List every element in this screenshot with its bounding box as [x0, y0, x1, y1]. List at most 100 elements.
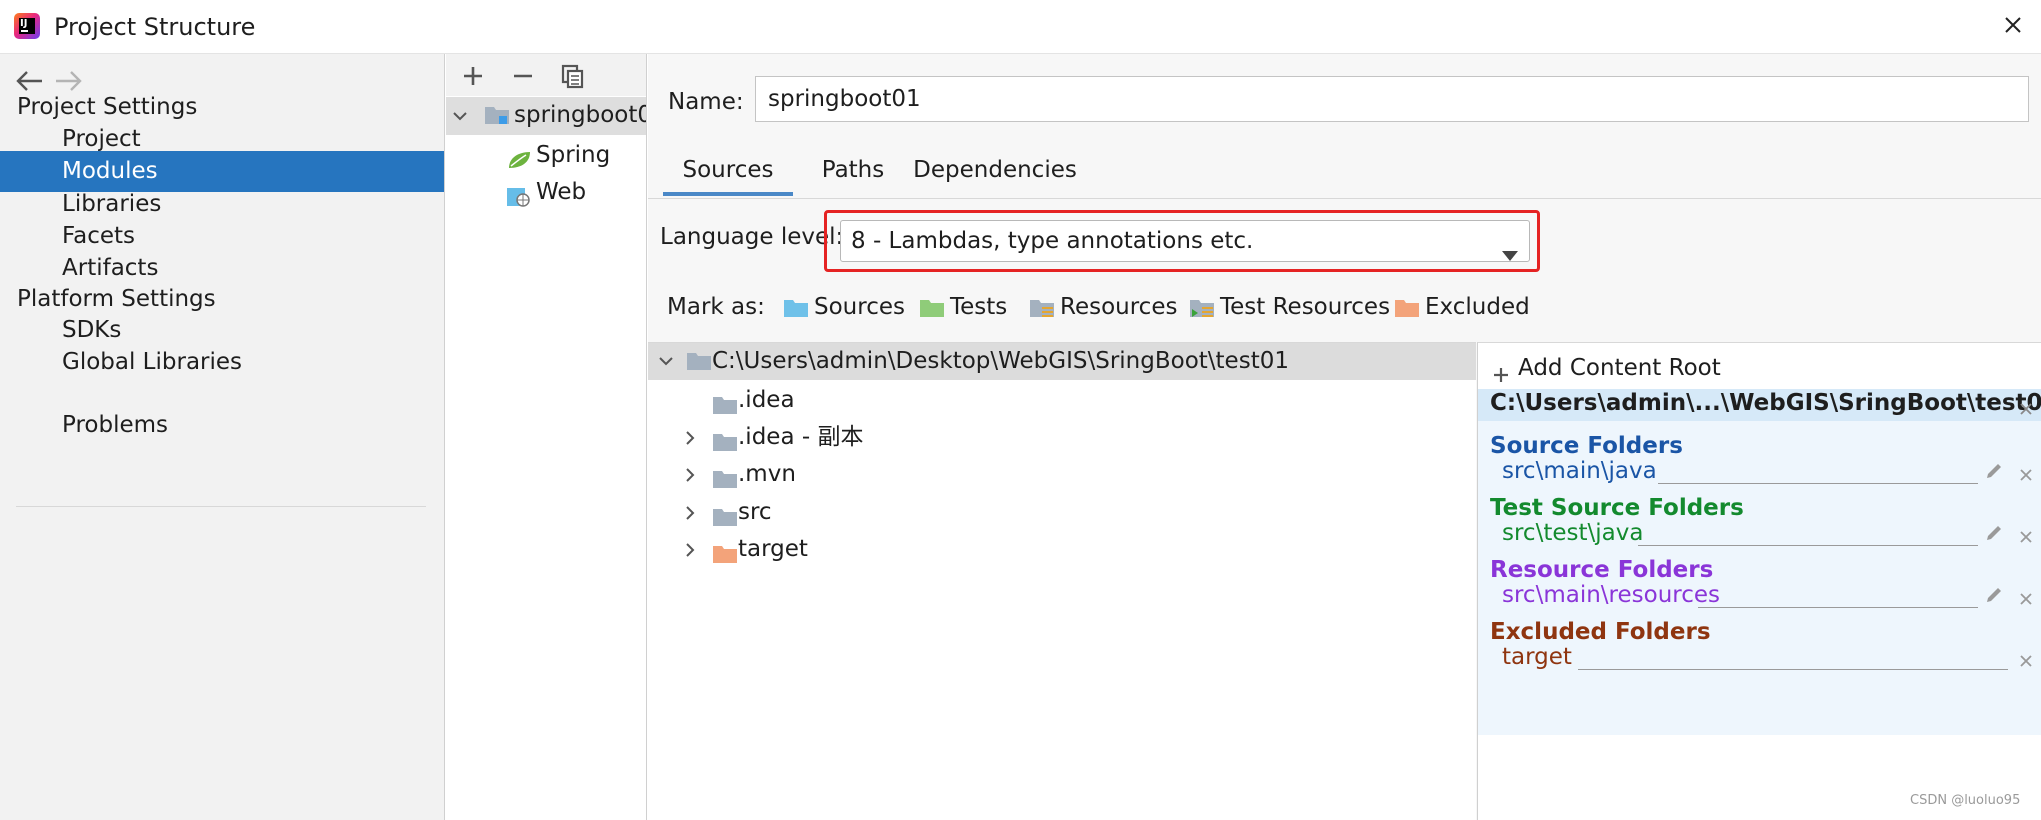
nav-divider [16, 506, 426, 507]
folder-icon [712, 390, 738, 414]
content-root-header: C:\Users\admin\...\WebGIS\SringBoot\test… [1478, 389, 2041, 421]
platform-settings-heading: Platform Settings [17, 286, 216, 312]
content-roots-panel: Add Content Root C:\Users\admin\...\WebG… [1477, 342, 2041, 820]
close-icon [2020, 655, 2032, 667]
tab-paths[interactable]: Paths [813, 150, 893, 196]
dir-item-mvn[interactable]: .mvn [712, 456, 912, 492]
module-tree-root[interactable]: springboot01 [446, 97, 646, 135]
dir-item-idea-copy[interactable]: .idea - 副本 [712, 419, 972, 455]
excluded-folder-path: target [1502, 644, 1572, 670]
intellij-logo-icon: IJ [14, 13, 40, 39]
close-icon [2020, 531, 2032, 543]
dir-item-idea[interactable]: .idea [712, 382, 912, 418]
close-icon [2020, 469, 2032, 481]
folder-icon [712, 427, 738, 451]
back-button[interactable] [14, 66, 46, 96]
chevron-right-icon[interactable] [680, 503, 700, 523]
test-source-folder-path: src\test\java [1502, 520, 1644, 546]
plus-icon [464, 67, 482, 85]
dir-item-src[interactable]: src [712, 494, 912, 530]
resources-folder-icon [1029, 296, 1055, 317]
module-toolbar [446, 54, 646, 96]
arrow-left-icon [16, 71, 42, 91]
forward-button[interactable] [52, 66, 84, 96]
close-icon [2020, 403, 2032, 415]
spring-leaf-icon [506, 145, 532, 168]
resource-folders-heading: Resource Folders [1490, 557, 1714, 583]
pencil-icon [1987, 526, 2001, 540]
chevron-down-icon[interactable] [656, 351, 676, 371]
module-folder-icon [484, 105, 510, 125]
source-folder-path: src\main\java [1502, 458, 1657, 484]
remove-test-source-folder-button[interactable] [2018, 525, 2034, 543]
excluded-folder-icon [712, 539, 738, 563]
resource-folder-path: src\main\resources [1502, 582, 1721, 608]
facet-web-label: Web [536, 179, 587, 205]
chevron-right-icon[interactable] [680, 540, 700, 560]
language-level-label: Language level: [660, 224, 844, 250]
facet-spring-label: Spring [536, 142, 611, 168]
path-underline [1578, 669, 2008, 670]
excluded-folder-icon [1394, 296, 1420, 317]
folder-icon [686, 351, 712, 371]
path-underline [1638, 545, 1978, 546]
source-folders-heading: Source Folders [1490, 433, 1683, 459]
nav-item-artifacts[interactable]: Artifacts [0, 248, 444, 289]
dropdown-caret-icon [1501, 235, 1519, 261]
chevron-down-icon[interactable] [450, 106, 470, 126]
edit-source-folder-button[interactable] [1984, 461, 2004, 481]
test-source-folders-heading: Test Source Folders [1490, 495, 1744, 521]
module-tree-panel: springboot01 Spring Web [446, 54, 647, 820]
module-settings: Name: springboot01 Sources Paths Depende… [648, 54, 2041, 820]
name-label: Name: [668, 89, 744, 115]
close-window-button[interactable] [1998, 10, 2028, 40]
chevron-right-icon[interactable] [680, 428, 700, 448]
copy-icon [561, 64, 584, 89]
tests-folder-icon [919, 296, 945, 317]
project-settings-heading: Project Settings [17, 94, 198, 120]
arrow-right-icon [56, 71, 82, 91]
chevron-right-icon[interactable] [680, 465, 700, 485]
test-resources-folder-icon [1189, 296, 1215, 317]
remove-source-folder-button[interactable] [2018, 463, 2034, 481]
minus-icon [514, 74, 532, 78]
module-name-input[interactable]: springboot01 [755, 76, 2029, 122]
pencil-icon [1987, 588, 2001, 602]
nav-item-global-libraries[interactable]: Global Libraries [0, 342, 444, 383]
plus-icon [1492, 360, 1510, 382]
dir-item-target[interactable]: target [712, 531, 912, 567]
sources-folder-icon [783, 296, 809, 317]
path-underline [1658, 483, 1978, 484]
edit-resource-folder-button[interactable] [1984, 585, 2004, 605]
content-root-summary-path: C:\Users\admin\...\WebGIS\SringBoot\test… [1490, 390, 2041, 416]
nav-item-problems[interactable]: Problems [0, 405, 444, 446]
content-root-path: C:\Users\admin\Desktop\WebGIS\SringBoot\… [712, 348, 1289, 374]
copy-module-button[interactable] [558, 61, 588, 91]
language-level-value: 8 - Lambdas, type annotations etc. [851, 228, 1254, 254]
content-root-tree: C:\Users\admin\Desktop\WebGIS\SringBoot\… [648, 342, 1476, 820]
edit-test-source-folder-button[interactable] [1984, 523, 2004, 543]
remove-resource-folder-button[interactable] [2018, 587, 2034, 605]
remove-content-root-button[interactable] [2018, 397, 2034, 415]
mark-as-label: Mark as: [667, 294, 765, 320]
content-root-row[interactable]: C:\Users\admin\Desktop\WebGIS\SringBoot\… [648, 343, 1476, 380]
path-underline [1698, 607, 1978, 608]
remove-module-button[interactable] [508, 61, 538, 91]
excluded-folders-heading: Excluded Folders [1490, 619, 1711, 645]
tabs-divider [648, 198, 2041, 199]
tab-dependencies[interactable]: Dependencies [913, 150, 1077, 196]
language-level-select[interactable]: 8 - Lambdas, type annotations etc. [840, 220, 1530, 262]
module-name: springboot01 [514, 102, 646, 128]
add-module-button[interactable] [458, 61, 488, 91]
settings-nav-panel: Project Settings Project Modules Librari… [0, 54, 445, 820]
content-root-block: C:\Users\admin\...\WebGIS\SringBoot\test… [1478, 389, 2041, 735]
web-facet-icon [506, 182, 532, 207]
tab-sources[interactable]: Sources [663, 150, 793, 196]
close-icon [2005, 17, 2021, 33]
close-icon [2020, 593, 2032, 605]
folder-icon [712, 464, 738, 488]
remove-excluded-folder-button[interactable] [2018, 649, 2034, 667]
pencil-icon [1987, 464, 2001, 478]
window-title: Project Structure [54, 13, 256, 41]
folder-icon [712, 502, 738, 526]
